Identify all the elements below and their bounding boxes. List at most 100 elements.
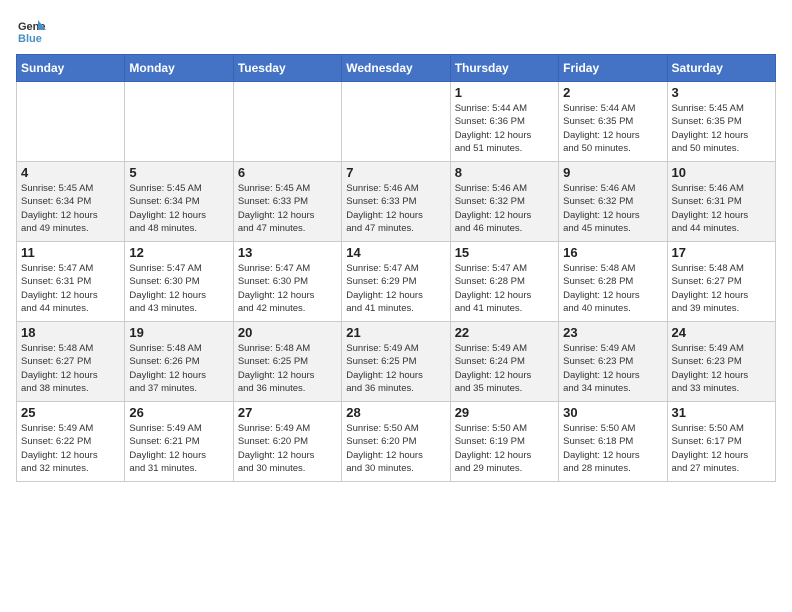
calendar-cell xyxy=(125,82,233,162)
day-info: Sunrise: 5:46 AM Sunset: 6:32 PM Dayligh… xyxy=(455,182,554,235)
day-info: Sunrise: 5:47 AM Sunset: 6:30 PM Dayligh… xyxy=(129,262,228,315)
day-header-monday: Monday xyxy=(125,55,233,82)
day-info: Sunrise: 5:47 AM Sunset: 6:29 PM Dayligh… xyxy=(346,262,445,315)
day-info: Sunrise: 5:45 AM Sunset: 6:34 PM Dayligh… xyxy=(21,182,120,235)
day-header-sunday: Sunday xyxy=(17,55,125,82)
calendar-cell: 13Sunrise: 5:47 AM Sunset: 6:30 PM Dayli… xyxy=(233,242,341,322)
day-info: Sunrise: 5:47 AM Sunset: 6:30 PM Dayligh… xyxy=(238,262,337,315)
day-info: Sunrise: 5:44 AM Sunset: 6:35 PM Dayligh… xyxy=(563,102,662,155)
calendar-cell: 15 Sunrise: 5:47 AM Sunset: 6:28 PM Dayli… xyxy=(450,242,558,322)
day-info: Sunrise: 5:44 AM Sunset: 6:36 PM Dayligh… xyxy=(455,102,554,155)
day-number: 15 xyxy=(455,245,554,260)
day-info: Sunrise: 5:46 AM Sunset: 6:33 PM Dayligh… xyxy=(346,182,445,235)
calendar-cell: 12Sunrise: 5:47 AM Sunset: 6:30 PM Dayli… xyxy=(125,242,233,322)
calendar-cell: 20Sunrise: 5:48 AM Sunset: 6:25 PM Dayli… xyxy=(233,322,341,402)
calendar-cell: 26 Sunrise: 5:49 AM Sunset: 6:21 PM Dayli… xyxy=(125,402,233,482)
calendar-cell: 19 Sunrise: 5:48 AM Sunset: 6:26 PM Dayli… xyxy=(125,322,233,402)
day-number: 10 xyxy=(672,165,771,180)
calendar-cell: 24 Sunrise: 5:49 AM Sunset: 6:23 PM Dayli… xyxy=(667,322,775,402)
day-number: 26 xyxy=(129,405,228,420)
day-number: 8 xyxy=(455,165,554,180)
calendar-cell: 1 Sunrise: 5:44 AM Sunset: 6:36 PM Daylig… xyxy=(450,82,558,162)
day-header-tuesday: Tuesday xyxy=(233,55,341,82)
calendar-cell: 18Sunrise: 5:48 AM Sunset: 6:27 PM Dayli… xyxy=(17,322,125,402)
calendar-cell: 29 Sunrise: 5:50 AM Sunset: 6:19 PM Dayli… xyxy=(450,402,558,482)
day-number: 1 xyxy=(455,85,554,100)
day-info: Sunrise: 5:46 AM Sunset: 6:32 PM Dayligh… xyxy=(563,182,662,235)
calendar-cell: 17 Sunrise: 5:48 AM Sunset: 6:27 PM Dayli… xyxy=(667,242,775,322)
day-info: Sunrise: 5:47 AM Sunset: 6:31 PM Dayligh… xyxy=(21,262,120,315)
week-row: 1 Sunrise: 5:44 AM Sunset: 6:36 PM Daylig… xyxy=(17,82,776,162)
day-info: Sunrise: 5:48 AM Sunset: 6:28 PM Dayligh… xyxy=(563,262,662,315)
logo: General Blue xyxy=(16,16,46,46)
day-info: Sunrise: 5:49 AM Sunset: 6:22 PM Dayligh… xyxy=(21,422,120,475)
day-header-thursday: Thursday xyxy=(450,55,558,82)
day-number: 28 xyxy=(346,405,445,420)
day-number: 9 xyxy=(563,165,662,180)
day-number: 27 xyxy=(238,405,337,420)
day-info: Sunrise: 5:45 AM Sunset: 6:35 PM Dayligh… xyxy=(672,102,771,155)
day-info: Sunrise: 5:50 AM Sunset: 6:17 PM Dayligh… xyxy=(672,422,771,475)
day-header-saturday: Saturday xyxy=(667,55,775,82)
day-number: 22 xyxy=(455,325,554,340)
day-info: Sunrise: 5:45 AM Sunset: 6:34 PM Dayligh… xyxy=(129,182,228,235)
calendar-cell: 28 Sunrise: 5:50 AM Sunset: 6:20 PM Dayli… xyxy=(342,402,450,482)
calendar-cell: 23 Sunrise: 5:49 AM Sunset: 6:23 PM Dayli… xyxy=(559,322,667,402)
week-row: 18Sunrise: 5:48 AM Sunset: 6:27 PM Dayli… xyxy=(17,322,776,402)
calendar-cell: 4 Sunrise: 5:45 AM Sunset: 6:34 PM Daylig… xyxy=(17,162,125,242)
day-number: 23 xyxy=(563,325,662,340)
day-header-wednesday: Wednesday xyxy=(342,55,450,82)
calendar-table: SundayMondayTuesdayWednesdayThursdayFrid… xyxy=(16,54,776,482)
day-info: Sunrise: 5:49 AM Sunset: 6:21 PM Dayligh… xyxy=(129,422,228,475)
day-number: 29 xyxy=(455,405,554,420)
day-info: Sunrise: 5:50 AM Sunset: 6:20 PM Dayligh… xyxy=(346,422,445,475)
day-info: Sunrise: 5:47 AM Sunset: 6:28 PM Dayligh… xyxy=(455,262,554,315)
day-number: 7 xyxy=(346,165,445,180)
day-number: 20 xyxy=(238,325,337,340)
day-number: 25 xyxy=(21,405,120,420)
day-info: Sunrise: 5:49 AM Sunset: 6:23 PM Dayligh… xyxy=(672,342,771,395)
day-number: 4 xyxy=(21,165,120,180)
day-info: Sunrise: 5:49 AM Sunset: 6:20 PM Dayligh… xyxy=(238,422,337,475)
day-number: 30 xyxy=(563,405,662,420)
calendar-cell: 30 Sunrise: 5:50 AM Sunset: 6:18 PM Dayli… xyxy=(559,402,667,482)
day-info: Sunrise: 5:48 AM Sunset: 6:26 PM Dayligh… xyxy=(129,342,228,395)
calendar-cell: 16 Sunrise: 5:48 AM Sunset: 6:28 PM Dayli… xyxy=(559,242,667,322)
calendar-cell: 9 Sunrise: 5:46 AM Sunset: 6:32 PM Daylig… xyxy=(559,162,667,242)
day-info: Sunrise: 5:50 AM Sunset: 6:19 PM Dayligh… xyxy=(455,422,554,475)
week-row: 25 Sunrise: 5:49 AM Sunset: 6:22 PM Dayli… xyxy=(17,402,776,482)
day-number: 14 xyxy=(346,245,445,260)
day-info: Sunrise: 5:50 AM Sunset: 6:18 PM Dayligh… xyxy=(563,422,662,475)
day-number: 19 xyxy=(129,325,228,340)
week-row: 4 Sunrise: 5:45 AM Sunset: 6:34 PM Daylig… xyxy=(17,162,776,242)
calendar-cell: 14 Sunrise: 5:47 AM Sunset: 6:29 PM Dayli… xyxy=(342,242,450,322)
day-number: 6 xyxy=(238,165,337,180)
day-info: Sunrise: 5:45 AM Sunset: 6:33 PM Dayligh… xyxy=(238,182,337,235)
week-row: 11 Sunrise: 5:47 AM Sunset: 6:31 PM Dayli… xyxy=(17,242,776,322)
day-info: Sunrise: 5:49 AM Sunset: 6:24 PM Dayligh… xyxy=(455,342,554,395)
day-info: Sunrise: 5:49 AM Sunset: 6:25 PM Dayligh… xyxy=(346,342,445,395)
calendar-cell: 31Sunrise: 5:50 AM Sunset: 6:17 PM Dayli… xyxy=(667,402,775,482)
calendar-cell xyxy=(233,82,341,162)
day-info: Sunrise: 5:46 AM Sunset: 6:31 PM Dayligh… xyxy=(672,182,771,235)
calendar-header: SundayMondayTuesdayWednesdayThursdayFrid… xyxy=(17,55,776,82)
day-number: 18 xyxy=(21,325,120,340)
day-header-friday: Friday xyxy=(559,55,667,82)
day-number: 17 xyxy=(672,245,771,260)
svg-text:Blue: Blue xyxy=(18,33,42,45)
day-info: Sunrise: 5:49 AM Sunset: 6:23 PM Dayligh… xyxy=(563,342,662,395)
day-number: 16 xyxy=(563,245,662,260)
day-number: 21 xyxy=(346,325,445,340)
calendar-cell xyxy=(17,82,125,162)
calendar-cell: 27 Sunrise: 5:49 AM Sunset: 6:20 PM Dayli… xyxy=(233,402,341,482)
calendar-cell: 3Sunrise: 5:45 AM Sunset: 6:35 PM Daylig… xyxy=(667,82,775,162)
header: General Blue xyxy=(16,16,776,46)
calendar-cell: 22 Sunrise: 5:49 AM Sunset: 6:24 PM Dayli… xyxy=(450,322,558,402)
day-info: Sunrise: 5:48 AM Sunset: 6:27 PM Dayligh… xyxy=(672,262,771,315)
day-number: 2 xyxy=(563,85,662,100)
calendar-cell: 8 Sunrise: 5:46 AM Sunset: 6:32 PM Daylig… xyxy=(450,162,558,242)
calendar-cell: 10 Sunrise: 5:46 AM Sunset: 6:31 PM Dayli… xyxy=(667,162,775,242)
day-number: 24 xyxy=(672,325,771,340)
day-number: 11 xyxy=(21,245,120,260)
calendar-cell: 25 Sunrise: 5:49 AM Sunset: 6:22 PM Dayli… xyxy=(17,402,125,482)
